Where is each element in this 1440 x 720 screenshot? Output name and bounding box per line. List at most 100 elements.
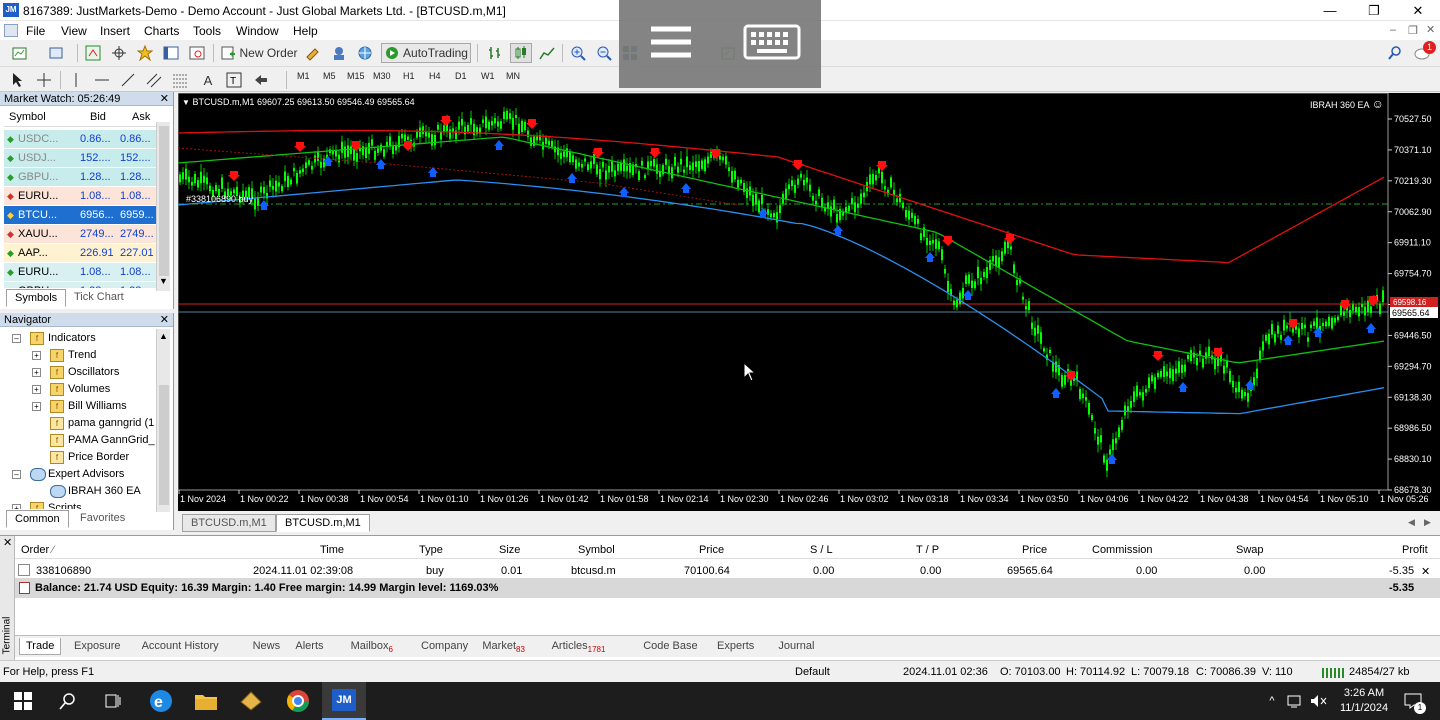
list-item[interactable]: ◆ GBPU... 1.28... 1.28...: [4, 282, 156, 288]
search-icon[interactable]: [1384, 43, 1406, 63]
col-time[interactable]: Time: [320, 544, 344, 556]
scroll-down-icon[interactable]: ▼: [159, 276, 168, 286]
col-swap[interactable]: Swap: [1236, 544, 1264, 556]
horizontal-line-tool-icon[interactable]: [92, 70, 112, 90]
col-commission[interactable]: Commission: [1092, 544, 1153, 556]
list-item[interactable]: ◆ BTCU... 6956... 6959...: [4, 206, 156, 225]
chrome-browser-icon[interactable]: [275, 682, 320, 720]
timeframe-m30[interactable]: M30: [373, 71, 391, 81]
hamburger-menu-icon[interactable]: [649, 25, 693, 59]
order-tp[interactable]: 0.00: [920, 565, 941, 577]
line-chart-icon[interactable]: [536, 43, 558, 63]
bar-chart-icon[interactable]: [484, 43, 506, 63]
col-size[interactable]: Size: [499, 544, 520, 556]
col-sl[interactable]: S / L: [810, 544, 833, 556]
app-shield-icon[interactable]: [228, 682, 273, 720]
close-icon[interactable]: ✕: [160, 92, 169, 106]
col-ask[interactable]: Ask: [132, 108, 150, 127]
maximize-icon[interactable]: ❐: [1352, 0, 1396, 21]
menu-charts[interactable]: Charts: [144, 24, 179, 38]
col-order[interactable]: Order ∕: [21, 544, 54, 556]
list-item[interactable]: ◆ XAUU... 2749... 2749...: [4, 225, 156, 244]
tab-tick-chart[interactable]: Tick Chart: [66, 289, 132, 307]
chart-tab-1[interactable]: BTCUSD.m,M1: [182, 514, 276, 532]
expand-toggle-icon[interactable]: +: [32, 402, 41, 411]
notifications-button[interactable]: 1: [1410, 41, 1436, 63]
cursor-tool-icon[interactable]: [8, 70, 28, 90]
col-symbol[interactable]: Symbol: [578, 544, 615, 556]
scroll-thumb[interactable]: [159, 385, 169, 505]
close-icon[interactable]: ✕: [1396, 0, 1440, 21]
metatrader-taskbar-button[interactable]: JM: [322, 682, 366, 720]
navigator-item[interactable]: f pama ganngrid (1: [0, 416, 156, 433]
task-view-icon[interactable]: [90, 682, 135, 720]
expand-toggle-icon[interactable]: +: [32, 351, 41, 360]
trendline-tool-icon[interactable]: [118, 70, 138, 90]
action-center-icon[interactable]: 1: [1398, 682, 1428, 720]
market-icon[interactable]: [354, 43, 376, 63]
navigator-item[interactable]: – Expert Advisors: [0, 467, 156, 484]
terminal-tab[interactable]: Journal: [772, 638, 820, 654]
menu-insert[interactable]: Insert: [100, 24, 130, 38]
terminal-tab[interactable]: Market83: [476, 638, 531, 656]
arrows-tool-icon[interactable]: [250, 70, 278, 90]
list-item[interactable]: ◆ USDC... 0.86... 0.86...: [4, 130, 156, 149]
navigator-icon[interactable]: [134, 43, 156, 63]
navigator-item[interactable]: + f Volumes: [0, 382, 156, 399]
expand-toggle-icon[interactable]: –: [12, 470, 21, 479]
strategy-tester-icon[interactable]: [186, 43, 208, 63]
new-chart-icon[interactable]: [6, 43, 36, 63]
expand-toggle-icon[interactable]: +: [32, 368, 41, 377]
timeframe-h4[interactable]: H4: [429, 71, 441, 81]
scroll-up-icon[interactable]: ▲: [159, 331, 168, 341]
expand-toggle-icon[interactable]: +: [32, 385, 41, 394]
expand-toggle-icon[interactable]: +: [12, 504, 21, 509]
timeframe-m5[interactable]: M5: [323, 71, 336, 81]
terminal-tab[interactable]: Exposure: [68, 638, 126, 654]
market-watch-icon[interactable]: [82, 43, 104, 63]
list-item[interactable]: ◆ USDJ... 152.... 152....: [4, 149, 156, 168]
chart-tab-2[interactable]: BTCUSD.m,M1: [276, 514, 370, 532]
network-icon[interactable]: [1284, 682, 1306, 720]
menu-file[interactable]: File: [26, 24, 45, 38]
col-current-price[interactable]: Price: [1022, 544, 1047, 556]
chart-canvas[interactable]: 70527.50 70371.10 70219.30 70062.90 69911.10…: [178, 93, 1440, 511]
profiles-icon[interactable]: [42, 43, 72, 63]
navigator-item[interactable]: – f Indicators: [0, 331, 156, 348]
signals-icon[interactable]: [328, 43, 350, 63]
timeframe-m15[interactable]: M15: [347, 71, 365, 81]
terminal-icon[interactable]: [160, 43, 182, 63]
touch-keyboard-overlay[interactable]: [619, 0, 821, 88]
list-item[interactable]: ◆ EURU... 1.08... 1.08...: [4, 187, 156, 206]
terminal-tab[interactable]: Trade: [19, 638, 62, 655]
timeframe-w1[interactable]: W1: [481, 71, 495, 81]
col-bid[interactable]: Bid: [90, 108, 106, 127]
equidistant-channel-icon[interactable]: [144, 70, 164, 90]
list-item[interactable]: ◆ EURU... 1.08... 1.08...: [4, 263, 156, 282]
price-chart[interactable]: 70527.50 70371.10 70219.30 70062.90 69911.10…: [178, 93, 1440, 511]
navigator-scrollbar[interactable]: ▲: [156, 329, 170, 512]
menu-window[interactable]: Window: [236, 24, 279, 38]
child-restore-icon[interactable]: ❐: [1408, 24, 1418, 37]
start-windows-icon[interactable]: [0, 682, 45, 720]
list-item[interactable]: ◆ GBPU... 1.28... 1.28...: [4, 168, 156, 187]
taskbar-clock[interactable]: 3:26 AM 11/1/2024: [1332, 682, 1396, 720]
keyboard-icon[interactable]: [743, 24, 801, 60]
candlestick-icon[interactable]: [510, 43, 532, 63]
child-close-icon[interactable]: ✕: [1426, 23, 1435, 36]
crosshair-tool-icon[interactable]: [34, 70, 54, 90]
navigator-item[interactable]: + f Trend: [0, 348, 156, 365]
taskbar-search-icon[interactable]: [45, 682, 90, 720]
timeframe-d1[interactable]: D1: [455, 71, 467, 81]
col-tp[interactable]: T / P: [916, 544, 939, 556]
timeframe-h1[interactable]: H1: [403, 71, 415, 81]
zoom-out-icon[interactable]: [593, 43, 615, 63]
vertical-line-tool-icon[interactable]: [66, 70, 86, 90]
navigator-item[interactable]: f Price Border: [0, 450, 156, 467]
navigator-item[interactable]: f PAMA GannGrid_: [0, 433, 156, 450]
text-label-tool-icon[interactable]: T: [224, 70, 244, 90]
new-order-button[interactable]: New Order: [220, 43, 298, 63]
text-tool-icon[interactable]: A: [198, 70, 218, 90]
col-type[interactable]: Type: [419, 544, 443, 556]
navigator-item[interactable]: + f Scripts: [0, 501, 156, 509]
